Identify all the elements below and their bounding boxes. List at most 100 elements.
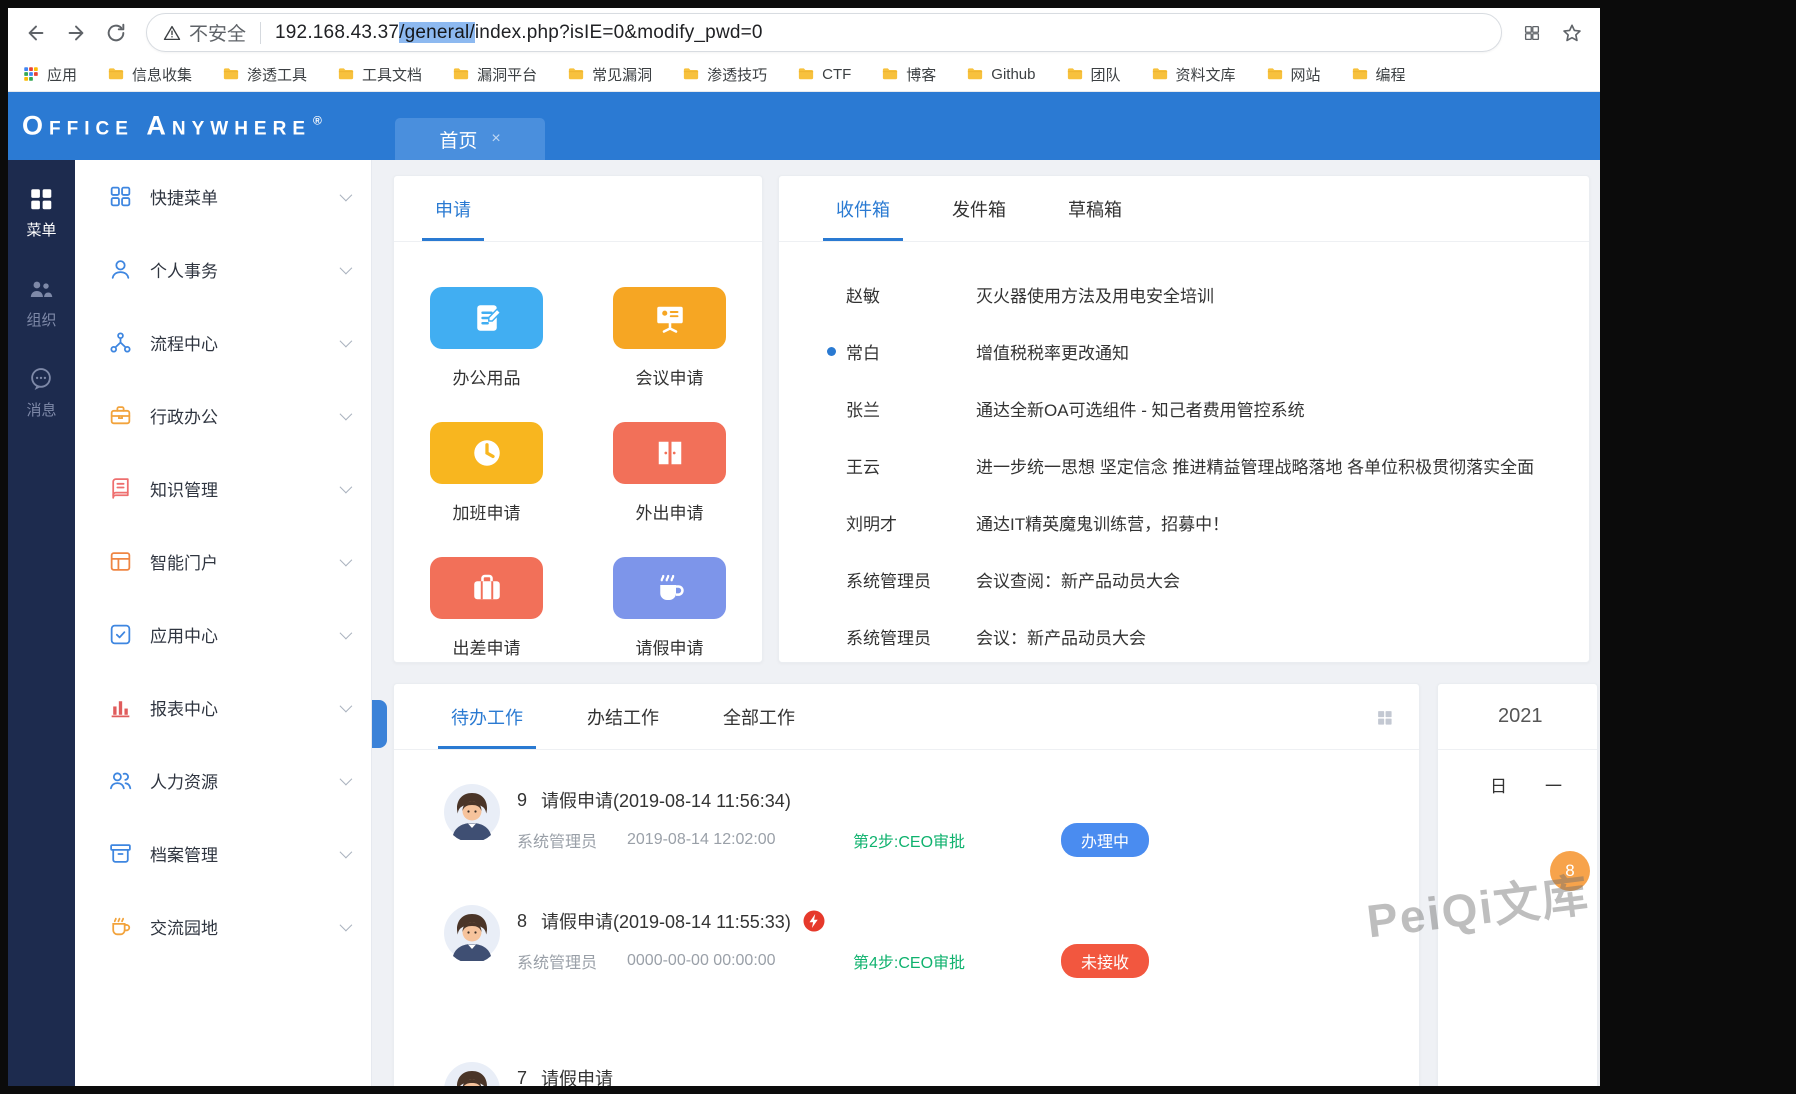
- urgent-lightning-icon: [803, 910, 825, 932]
- folder-icon: [966, 65, 984, 83]
- sidebar-item-0[interactable]: 快捷菜单: [75, 160, 371, 233]
- folder-icon: [452, 65, 470, 83]
- folder-icon: [682, 65, 700, 83]
- address-divider: [260, 22, 261, 44]
- bookmark-item-9[interactable]: Github: [966, 65, 1035, 83]
- tile-label: 请假申请: [636, 634, 704, 659]
- tab-home[interactable]: 首页 ×: [395, 118, 545, 160]
- rail-item-0[interactable]: 菜单: [26, 186, 56, 240]
- tab-close-icon[interactable]: ×: [491, 130, 500, 148]
- bookmark-item-10[interactable]: 团队: [1066, 64, 1121, 85]
- bookmark-star-button[interactable]: [1554, 15, 1590, 51]
- work-item-2[interactable]: 7请假申请: [444, 1062, 1419, 1086]
- work-item-0[interactable]: 9请假申请(2019-08-14 11:56:34)系统管理员2019-08-1…: [444, 784, 1419, 857]
- bookmark-item-11[interactable]: 资料文库: [1151, 64, 1236, 85]
- mail-tab-0[interactable]: 收件箱: [836, 176, 890, 241]
- address-bar[interactable]: 不安全 192.168.43.37/general/index.php?isIE…: [146, 13, 1502, 52]
- tab-apply[interactable]: 申请: [435, 176, 471, 241]
- status-badge[interactable]: 未接收: [1061, 944, 1149, 978]
- mail-tab-1[interactable]: 发件箱: [952, 176, 1006, 241]
- railmsg-icon: [28, 366, 54, 392]
- avatar: [444, 905, 500, 961]
- sidebar-item-label: 档案管理: [150, 841, 218, 866]
- bookmark-item-0[interactable]: 应用: [22, 64, 77, 85]
- forward-button[interactable]: [58, 15, 94, 51]
- notebook-icon: [430, 287, 543, 349]
- status-badge[interactable]: 办理中: [1061, 823, 1149, 857]
- sidebar-collapse-handle[interactable]: [372, 700, 387, 748]
- rail-label: 组织: [26, 309, 56, 330]
- calendar-selected-day[interactable]: 8: [1550, 851, 1590, 891]
- sidebar-item-label: 应用中心: [150, 622, 218, 647]
- bookmark-item-1[interactable]: 信息收集: [107, 64, 192, 85]
- sidebar-item-3[interactable]: 行政办公: [75, 379, 371, 452]
- rail-item-1[interactable]: 组织: [26, 276, 56, 330]
- chevron-down-icon: [340, 189, 353, 202]
- mail-row-6[interactable]: 系统管理员会议：新产品动员大会: [846, 608, 1589, 663]
- portal-icon: [108, 549, 133, 574]
- apply-tile-4[interactable]: 出差申请: [430, 557, 543, 659]
- browser-toolbar: 不安全 192.168.43.37/general/index.php?isIE…: [8, 8, 1600, 57]
- work-tab-0[interactable]: 待办工作: [451, 684, 523, 749]
- reload-icon: [105, 22, 127, 44]
- sidebar-item-9[interactable]: 档案管理: [75, 817, 371, 890]
- avatar: [444, 1062, 500, 1086]
- sidebar-item-7[interactable]: 报表中心: [75, 671, 371, 744]
- work-tab-2[interactable]: 全部工作: [723, 684, 795, 749]
- mail-list: 赵敏灭火器使用方法及用电安全培训常白增值税税率更改通知张兰通达全新OA可选组件 …: [779, 242, 1589, 663]
- bookmark-item-7[interactable]: CTF: [797, 65, 851, 83]
- bookmark-item-13[interactable]: 编程: [1351, 64, 1406, 85]
- mail-row-5[interactable]: 系统管理员会议查阅：新产品动员大会: [846, 551, 1589, 608]
- weekday-0: 日: [1490, 772, 1507, 797]
- mail-row-1[interactable]: 常白增值税税率更改通知: [846, 323, 1589, 380]
- sidebar-item-6[interactable]: 应用中心: [75, 598, 371, 671]
- bookmark-label: 工具文档: [362, 64, 422, 85]
- work-item-number: 8: [517, 911, 527, 932]
- railorg-icon: [28, 276, 54, 302]
- sidebar-item-8[interactable]: 人力资源: [75, 744, 371, 817]
- briefcase-icon: [108, 403, 133, 428]
- bookmark-item-4[interactable]: 漏洞平台: [452, 64, 537, 85]
- calendar-card: 2021 日一 8: [1437, 683, 1598, 1086]
- back-button[interactable]: [18, 15, 54, 51]
- mail-row-0[interactable]: 赵敏灭火器使用方法及用电安全培训: [846, 266, 1589, 323]
- bookmark-item-3[interactable]: 工具文档: [337, 64, 422, 85]
- apply-tile-1[interactable]: 会议申请: [613, 287, 726, 389]
- sidebar-item-5[interactable]: 智能门户: [75, 525, 371, 598]
- sidebar-item-10[interactable]: 交流园地: [75, 890, 371, 963]
- bookmark-item-2[interactable]: 渗透工具: [222, 64, 307, 85]
- apply-tile-0[interactable]: 办公用品: [430, 287, 543, 389]
- mail-subject: 通达全新OA可选组件 - 知己者费用管控系统: [976, 396, 1305, 421]
- bookmarks-bar: 应用 信息收集 渗透工具 工具文档 漏洞平台 常见漏洞 渗透技巧 CTF 博客 Github 团队 资…: [8, 57, 1600, 92]
- url-text: 192.168.43.37/general/index.php?isIE=0&m…: [275, 22, 763, 44]
- side-panel-button[interactable]: [1514, 15, 1550, 51]
- bookmark-item-6[interactable]: 渗透技巧: [682, 64, 767, 85]
- apply-tile-2[interactable]: 加班申请: [430, 422, 543, 524]
- mail-row-2[interactable]: 张兰通达全新OA可选组件 - 知己者费用管控系统: [846, 380, 1589, 437]
- apply-tile-5[interactable]: 请假申请: [613, 557, 726, 659]
- sidebar-item-label: 报表中心: [150, 695, 218, 720]
- reload-button[interactable]: [98, 15, 134, 51]
- sidebar-item-4[interactable]: 知识管理: [75, 452, 371, 525]
- back-icon: [25, 22, 47, 44]
- bookmark-item-5[interactable]: 常见漏洞: [567, 64, 652, 85]
- bookmark-label: 渗透工具: [247, 64, 307, 85]
- mail-sender: 张兰: [846, 396, 976, 421]
- work-item-1[interactable]: 8请假申请(2019-08-14 11:55:33)系统管理员0000-00-0…: [444, 905, 1419, 978]
- work-tab-1[interactable]: 办结工作: [587, 684, 659, 749]
- rail-item-2[interactable]: 消息: [26, 366, 56, 420]
- apply-tile-3[interactable]: 外出申请: [613, 422, 726, 524]
- forward-icon: [65, 22, 87, 44]
- sidebar-item-1[interactable]: 个人事务: [75, 233, 371, 306]
- mail-row-3[interactable]: 王云进一步统一思想 坚定信念 推进精益管理战略落地 各单位积极贯彻落实全面: [846, 437, 1589, 494]
- grid-view-icon[interactable]: [1376, 709, 1393, 726]
- calendar-year[interactable]: 2021: [1498, 705, 1543, 728]
- bookmark-item-8[interactable]: 博客: [881, 64, 936, 85]
- mail-sender: 王云: [846, 453, 976, 478]
- folder-icon: [107, 65, 125, 83]
- chevron-down-icon: [340, 408, 353, 421]
- mail-tab-2[interactable]: 草稿箱: [1068, 176, 1122, 241]
- bookmark-item-12[interactable]: 网站: [1266, 64, 1321, 85]
- sidebar-item-2[interactable]: 流程中心: [75, 306, 371, 379]
- mail-row-4[interactable]: 刘明才通达IT精英魔鬼训练营，招募中！: [846, 494, 1589, 551]
